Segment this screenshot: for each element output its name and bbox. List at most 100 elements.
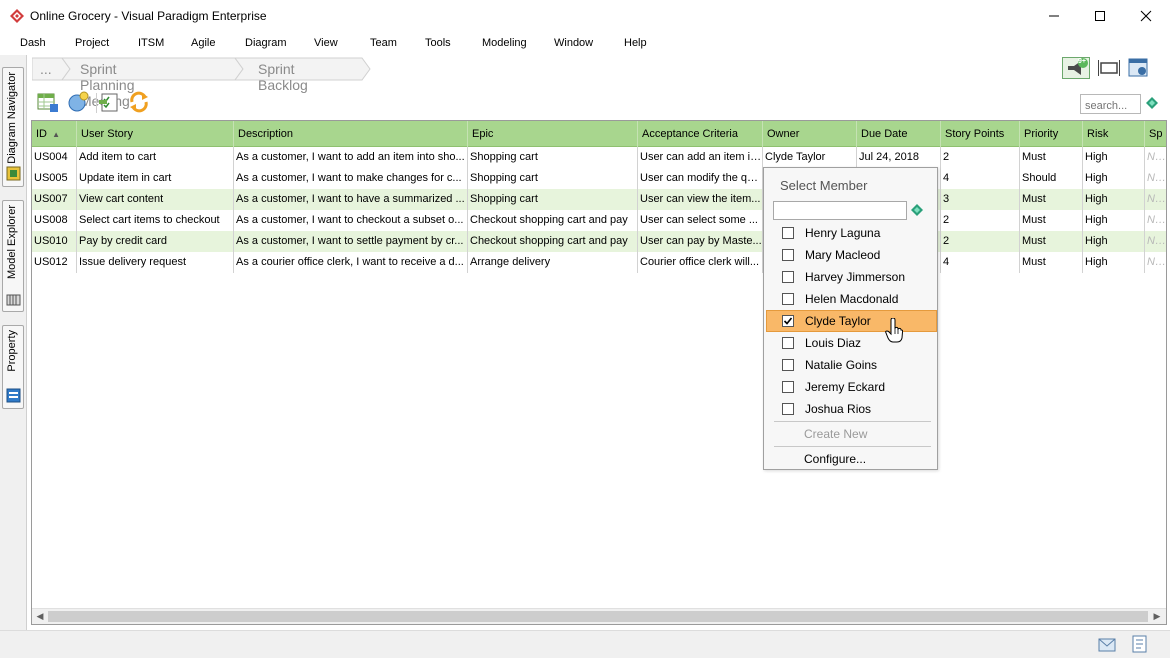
cell-story-points[interactable]: 3 xyxy=(941,189,1020,210)
cell-acceptance-criteria[interactable]: User can add an item in... xyxy=(638,147,763,168)
cell-priority[interactable]: Must xyxy=(1020,189,1083,210)
table-row[interactable]: US004 Add item to cart As a customer, I … xyxy=(32,147,1166,168)
column-header-owner[interactable]: Owner xyxy=(763,121,857,147)
cell-priority[interactable]: Must xyxy=(1020,147,1083,168)
tab-property[interactable]: Property xyxy=(2,325,24,409)
member-option-mary-macleod[interactable]: Mary Macleod xyxy=(766,244,937,266)
fit-to-screen-icon[interactable] xyxy=(1098,59,1120,77)
member-checkbox[interactable] xyxy=(782,293,794,305)
member-checkbox-checked[interactable] xyxy=(782,315,794,327)
cell-id[interactable]: US012 xyxy=(32,252,77,273)
cell-risk[interactable]: High xyxy=(1083,189,1145,210)
cell-sp[interactable]: N.A. xyxy=(1145,168,1166,189)
cell-priority[interactable]: Should xyxy=(1020,168,1083,189)
cell-sp[interactable]: N.A. xyxy=(1145,231,1166,252)
column-header-user-story[interactable]: User Story xyxy=(77,121,234,147)
tab-diagram-navigator[interactable]: Diagram Navigator xyxy=(2,67,24,187)
cell-description[interactable]: As a customer, I want to checkout a subs… xyxy=(234,210,468,231)
cell-description[interactable]: As a customer, I want to have a summariz… xyxy=(234,189,468,210)
column-header-epic[interactable]: Epic xyxy=(468,121,638,147)
column-header-id[interactable]: ID ▲ xyxy=(32,121,77,147)
menu-window[interactable]: Window xyxy=(554,37,593,49)
cell-user-story[interactable]: Issue delivery request xyxy=(77,252,234,273)
member-option-helen-macdonald[interactable]: Helen Macdonald xyxy=(766,288,937,310)
cell-priority[interactable]: Must xyxy=(1020,252,1083,273)
cell-user-story[interactable]: Update item in cart xyxy=(77,168,234,189)
column-header-description[interactable]: Description xyxy=(234,121,468,147)
cell-story-points[interactable]: 2 xyxy=(941,210,1020,231)
close-button[interactable] xyxy=(1123,0,1169,32)
menu-team[interactable]: Team xyxy=(370,37,397,49)
scroll-right-icon[interactable]: ▶ xyxy=(1150,611,1164,623)
cell-epic[interactable]: Shopping cart xyxy=(468,168,638,189)
cell-id[interactable]: US004 xyxy=(32,147,77,168)
cell-description[interactable]: As a customer, I want to add an item int… xyxy=(234,147,468,168)
menu-tools[interactable]: Tools xyxy=(425,37,451,49)
column-header-due-date[interactable]: Due Date xyxy=(857,121,941,147)
cell-id[interactable]: US010 xyxy=(32,231,77,252)
cell-due-date[interactable]: Jul 24, 2018 xyxy=(857,147,941,168)
menu-project[interactable]: Project xyxy=(75,37,109,49)
member-option-clyde-taylor[interactable]: Clyde Taylor xyxy=(766,310,937,332)
cell-epic[interactable]: Shopping cart xyxy=(468,147,638,168)
member-checkbox[interactable] xyxy=(782,359,794,371)
cell-id[interactable]: US007 xyxy=(32,189,77,210)
member-checkbox[interactable] xyxy=(782,403,794,415)
column-header-priority[interactable]: Priority xyxy=(1020,121,1083,147)
cell-acceptance-criteria[interactable]: User can select some ... xyxy=(638,210,763,231)
cell-risk[interactable]: High xyxy=(1083,252,1145,273)
cell-story-points[interactable]: 2 xyxy=(941,231,1020,252)
menu-diagram[interactable]: Diagram xyxy=(245,37,287,49)
table-row[interactable]: US005 Update item in cart As a customer,… xyxy=(32,168,1166,189)
cell-epic[interactable]: Checkout shopping cart and pay xyxy=(468,210,638,231)
cell-acceptance-criteria[interactable]: User can pay by Maste... xyxy=(638,231,763,252)
cell-id[interactable]: US005 xyxy=(32,168,77,189)
notes-icon[interactable] xyxy=(1132,635,1148,654)
member-option-harvey-jimmerson[interactable]: Harvey Jimmerson xyxy=(766,266,937,288)
table-row[interactable]: US007 View cart content As a customer, I… xyxy=(32,189,1166,210)
scroll-left-icon[interactable]: ◀ xyxy=(33,611,47,623)
member-checkbox[interactable] xyxy=(782,381,794,393)
member-search-input[interactable] xyxy=(773,201,907,220)
member-option-henry-laguna[interactable]: Henry Laguna xyxy=(766,222,937,244)
cell-description[interactable]: As a courier office clerk, I want to rec… xyxy=(234,252,468,273)
cell-epic[interactable]: Arrange delivery xyxy=(468,252,638,273)
cell-risk[interactable]: High xyxy=(1083,147,1145,168)
table-row[interactable]: US010 Pay by credit card As a customer, … xyxy=(32,231,1166,252)
mail-icon[interactable] xyxy=(1098,638,1116,652)
column-header-story-points[interactable]: Story Points xyxy=(941,121,1020,147)
cell-user-story[interactable]: View cart content xyxy=(77,189,234,210)
cell-risk[interactable]: High xyxy=(1083,168,1145,189)
maximize-button[interactable] xyxy=(1077,0,1123,32)
search-input[interactable] xyxy=(1080,94,1141,114)
table-row[interactable]: US012 Issue delivery request As a courie… xyxy=(32,252,1166,273)
breadcrumb-root[interactable]: ... xyxy=(40,61,52,77)
cell-user-story[interactable]: Add item to cart xyxy=(77,147,234,168)
member-checkbox[interactable] xyxy=(782,249,794,261)
cell-user-story[interactable]: Pay by credit card xyxy=(77,231,234,252)
cell-story-points[interactable]: 4 xyxy=(941,252,1020,273)
member-option-joshua-rios[interactable]: Joshua Rios xyxy=(766,398,937,420)
notification-button[interactable]: 9+ xyxy=(1062,57,1090,79)
cell-id[interactable]: US008 xyxy=(32,210,77,231)
member-option-natalie-goins[interactable]: Natalie Goins xyxy=(766,354,937,376)
cell-sp[interactable]: N.A. xyxy=(1145,189,1166,210)
member-search-go-icon[interactable] xyxy=(911,204,923,216)
minimize-button[interactable] xyxy=(1031,0,1077,32)
diagram-panel-icon[interactable] xyxy=(1128,58,1150,78)
horizontal-scrollbar[interactable]: ◀ ▶ xyxy=(32,608,1166,624)
column-header-acceptance-criteria[interactable]: Acceptance Criteria xyxy=(638,121,763,147)
menu-agile[interactable]: Agile xyxy=(191,37,215,49)
column-header-risk[interactable]: Risk xyxy=(1083,121,1145,147)
configure-item[interactable]: Configure... xyxy=(804,452,866,466)
breadcrumb-sprint-backlog[interactable]: Sprint Backlog xyxy=(258,61,308,93)
menu-view[interactable]: View xyxy=(314,37,338,49)
cell-priority[interactable]: Must xyxy=(1020,231,1083,252)
menu-dash[interactable]: Dash xyxy=(20,37,46,49)
cell-epic[interactable]: Checkout shopping cart and pay xyxy=(468,231,638,252)
menu-help[interactable]: Help xyxy=(624,37,647,49)
cell-risk[interactable]: High xyxy=(1083,210,1145,231)
refresh-icon[interactable] xyxy=(128,91,150,113)
cell-acceptance-criteria[interactable]: User can modify the qu... xyxy=(638,168,763,189)
checklist-icon[interactable] xyxy=(99,91,121,113)
